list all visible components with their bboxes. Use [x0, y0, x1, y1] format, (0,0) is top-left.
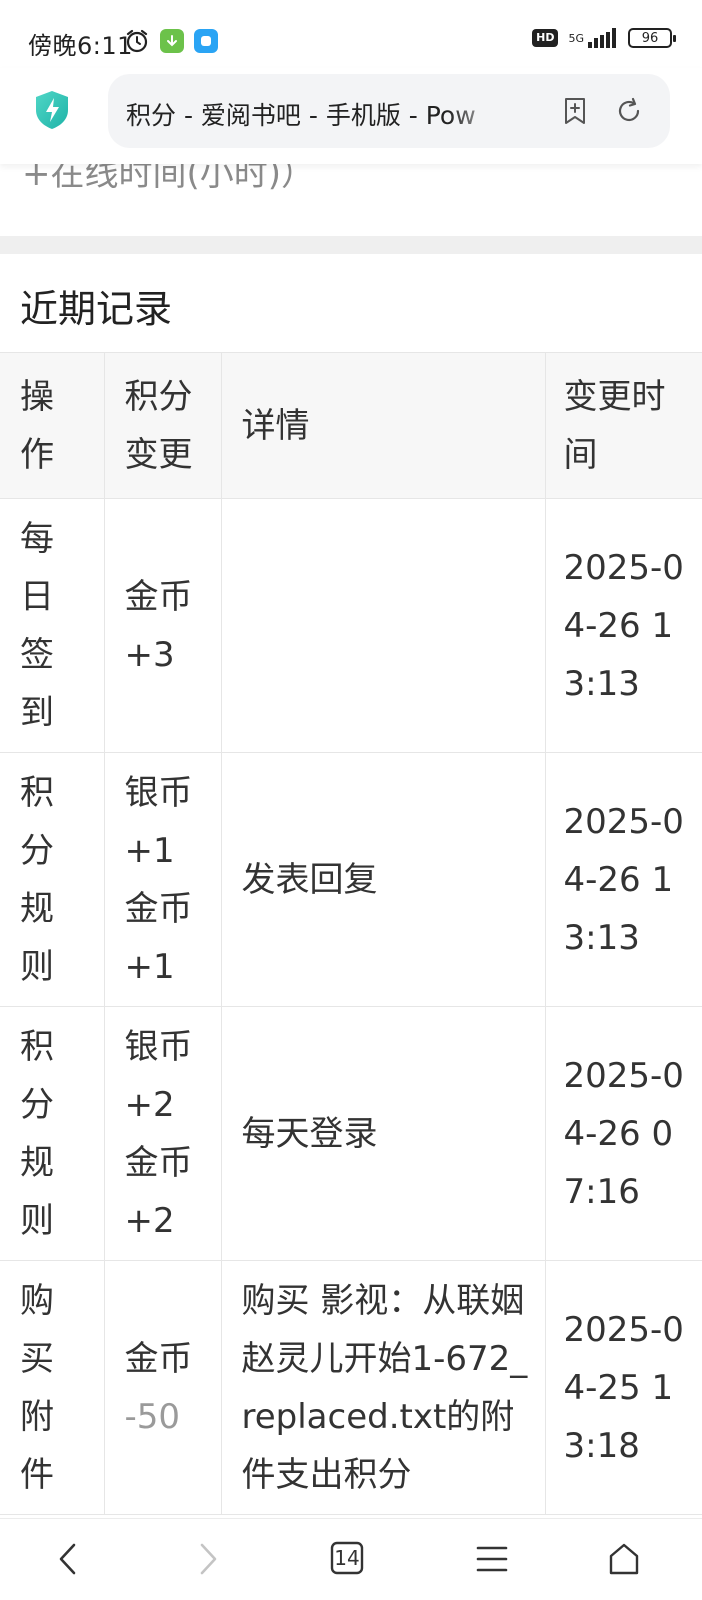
forward-button[interactable] — [186, 1537, 230, 1581]
home-button[interactable] — [602, 1537, 646, 1581]
row-change: 银币 +1 金币 +1 — [103, 752, 222, 1007]
header-change: 积分变更 — [103, 352, 222, 499]
change-value: +1 — [124, 830, 175, 871]
change-value: +2 — [124, 1084, 175, 1125]
change-value: +3 — [124, 634, 175, 675]
browser-app-icon — [194, 29, 218, 53]
bookmark-add-icon[interactable] — [560, 96, 590, 126]
change-currency: 金币 — [124, 1142, 193, 1183]
section-title: 近期记录 — [20, 287, 173, 331]
change-currency: 金币 — [124, 576, 193, 617]
home-icon — [609, 1543, 639, 1575]
row-op: 每日签到 — [0, 498, 105, 753]
row-time: 2025-04-25 13:18 — [544, 1260, 702, 1515]
status-left-icons — [124, 28, 218, 54]
table-row: 每日签到 金币 +3 2025-04-26 13:13 — [0, 498, 702, 753]
browser-header: 积分 - 爱阅书吧 - 手机版 - Pow — [0, 68, 702, 164]
header-detail: 详情 — [220, 352, 546, 499]
page-title: 积分 - 爱阅书吧 - 手机版 - Pow — [126, 101, 476, 130]
row-change: 金币 +3 — [103, 498, 222, 753]
row-op: 积分规则 — [0, 752, 105, 1007]
row-op: 积分规则 — [0, 1006, 105, 1261]
change-value: +1 — [124, 946, 175, 987]
header-op: 操作 — [0, 352, 105, 499]
reload-icon[interactable] — [614, 96, 644, 126]
change-currency: 银币 — [124, 772, 193, 813]
records-table: 操作 积分变更 详情 变更时间 每日签到 金币 +3 2025-04-26 13… — [0, 352, 702, 1515]
row-change: 金币 -50 — [103, 1260, 222, 1515]
back-icon — [59, 1543, 76, 1575]
row-detail: 发表回复 — [220, 752, 546, 1007]
row-time: 2025-04-26 07:16 — [544, 1006, 702, 1261]
address-bar[interactable]: 积分 - 爱阅书吧 - 手机版 - Pow — [108, 74, 670, 148]
table-row: 积分规则 银币 +2 金币 +2 每天登录 2025-04-26 07:16 — [0, 1006, 702, 1261]
menu-button[interactable] — [470, 1537, 514, 1581]
table-row: 购买附件 金币 -50 购买 影视：从联姻赵灵儿开始1-672_replaced… — [0, 1260, 702, 1515]
section-divider — [0, 236, 702, 254]
row-detail: 购买 影视：从联姻赵灵儿开始1-672_replaced.txt的附件支出积分 — [220, 1260, 546, 1515]
signal-icon — [588, 28, 616, 48]
menu-icon — [476, 1546, 508, 1572]
tabs-button[interactable]: 14 — [330, 1541, 364, 1575]
download-app-icon — [160, 29, 184, 53]
table-row: 积分规则 银币 +1 金币 +1 发表回复 2025-04-26 13:13 — [0, 752, 702, 1007]
network-label: 5G — [568, 31, 584, 45]
partial-text: +在线时间(小时)） — [22, 160, 316, 194]
page-content: +在线时间(小时)） 近期记录 操作 积分变更 详情 变更时间 每日签到 金币 … — [0, 160, 702, 1518]
change-value: +2 — [124, 1200, 175, 1241]
shield-icon[interactable] — [34, 90, 70, 130]
change-value: -50 — [124, 1396, 181, 1437]
row-op: 购买附件 — [0, 1260, 105, 1515]
row-detail: 每天登录 — [220, 1006, 546, 1261]
hd-badge: HD — [532, 29, 559, 47]
forward-icon — [200, 1543, 217, 1575]
table-header-row: 操作 积分变更 详情 变更时间 — [0, 352, 702, 499]
header-time: 变更时间 — [544, 352, 702, 499]
row-time: 2025-04-26 13:13 — [544, 752, 702, 1007]
row-detail — [220, 498, 546, 753]
row-time: 2025-04-26 13:13 — [544, 498, 702, 753]
change-currency: 金币 — [124, 1338, 193, 1379]
battery-indicator: 96 — [628, 28, 676, 48]
row-change: 银币 +2 金币 +2 — [103, 1006, 222, 1261]
alarm-icon — [126, 29, 148, 53]
change-currency: 金币 — [124, 888, 193, 929]
bottom-nav: 14 — [0, 1518, 702, 1600]
status-time: 傍晚6:11 — [28, 32, 133, 60]
change-currency: 银币 — [124, 1026, 193, 1067]
status-right: HD 5G 96 — [532, 28, 676, 48]
back-button[interactable] — [46, 1537, 90, 1581]
tab-count: 14 — [334, 1546, 360, 1570]
